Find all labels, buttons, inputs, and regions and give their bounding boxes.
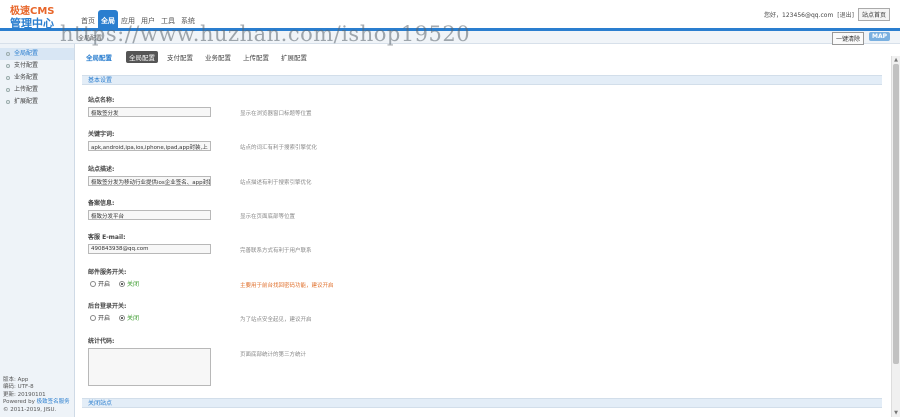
user-text: 您好，123456@qq.com xyxy=(764,12,834,19)
field-filing: 备案信息: 极致分发平台 显示在页面底部等位置 xyxy=(88,198,878,220)
keywords-label: 关键字词: xyxy=(88,131,115,138)
config-tabs: 全局配置 全局配置 支付配置 业务配置 上传配置 扩展配置 xyxy=(86,51,310,63)
keywords-tip: 站点的词汇有利于搜索引擎优化 xyxy=(240,145,318,151)
clear-cache-button[interactable]: 一键清除 xyxy=(831,32,864,45)
admin-login-tip: 为了站点安全起见，建议开启 xyxy=(240,317,312,323)
description-input[interactable]: 极致签分发为移动行业提供ios企业签名、app封装 xyxy=(88,176,211,186)
stats-code-textarea[interactable] xyxy=(88,348,211,386)
admin-login-radios: 开启 关闭 xyxy=(90,313,139,322)
bullet-icon xyxy=(6,52,10,56)
sidebar-item-upload[interactable]: 上传配置 xyxy=(0,84,74,96)
sub-bar: 全局配置 一键清除 MAP xyxy=(0,31,900,45)
radio-off-label: 关闭 xyxy=(127,315,140,322)
site-name-tip: 显示在浏览器窗口标题等位置 xyxy=(240,111,312,117)
section-basic-header: 基本设置 xyxy=(82,75,882,85)
email-input[interactable]: 490843938@qq.com xyxy=(88,244,211,254)
email-label: 客服 E-mail: xyxy=(88,234,126,241)
sidebar-item-global[interactable]: 全局配置 xyxy=(0,48,74,60)
site-name-input[interactable]: 极致签分发 xyxy=(88,107,211,117)
tab-global[interactable]: 全局配置 xyxy=(126,51,158,63)
radio-circle xyxy=(90,314,96,321)
encoding-text: 编码: UTF-8 xyxy=(3,384,34,390)
bullet-icon xyxy=(6,64,10,68)
site-name-label: 站点名称: xyxy=(88,97,115,104)
logo: 极速CMS 管理中心 xyxy=(10,6,72,30)
update-text: 更新: 20190101 xyxy=(3,391,46,398)
tabs-title: 全局配置 xyxy=(86,54,112,62)
radio-circle-checked xyxy=(119,280,126,287)
field-email: 客服 E-mail: 490843938@qq.com 完善联系方式有利于用户联… xyxy=(88,232,878,254)
user-bar: 您好，123456@qq.com [退出] 站点首页 xyxy=(764,8,890,21)
sidebar: 全局配置 支付配置 业务配置 上传配置 扩展配置 版本: App 编码: UTF… xyxy=(0,44,75,417)
field-stats-code: 统计代码: 页面底部统计的第三方统计 xyxy=(88,336,878,386)
scroll-up-icon[interactable]: ▲ xyxy=(892,56,900,64)
radio-circle xyxy=(90,280,96,287)
admin-login-label: 后台登录开关: xyxy=(88,303,127,310)
sidebar-item-extension[interactable]: 扩展配置 xyxy=(0,96,74,108)
mail-service-label: 邮件服务开关: xyxy=(88,269,127,276)
map-button[interactable]: MAP xyxy=(868,32,890,41)
stats-code-tip: 页面底部统计的第三方统计 xyxy=(240,352,307,358)
field-description: 站点描述: 极致签分发为移动行业提供ios企业签名、app封装 站点描述有利于搜… xyxy=(88,164,878,186)
tab-business[interactable]: 业务配置 xyxy=(202,51,234,63)
nav-global[interactable]: 全局 xyxy=(98,10,118,30)
app-root: 极速CMS 管理中心 首页 全局 应用 用户 工具 系统 您好，123456@q… xyxy=(0,0,900,417)
bullet-icon xyxy=(6,76,10,80)
logo-line1: 极速CMS xyxy=(10,6,55,17)
bullet-icon xyxy=(6,100,10,104)
filing-label: 备案信息: xyxy=(88,200,115,207)
mail-service-tip: 主要用于前台找回密码功能，建议开启 xyxy=(240,283,334,289)
powered-prefix: Powered by xyxy=(3,399,35,405)
field-mail-service: 邮件服务开关: 开启 关闭 主要用于前台找回密码功能，建议开启 xyxy=(88,267,878,289)
field-admin-login: 后台登录开关: 开启 关闭 为了站点安全起见，建议开启 xyxy=(88,301,878,323)
bullet-icon xyxy=(6,88,10,92)
filing-tip: 显示在页面底部等位置 xyxy=(240,214,296,220)
admin-login-off-radio[interactable]: 关闭 xyxy=(119,313,139,322)
site-home-button[interactable]: 站点首页 xyxy=(857,8,890,21)
field-site-name: 站点名称: 极致签分发 显示在浏览器窗口标题等位置 xyxy=(88,95,878,117)
radio-off-label: 关闭 xyxy=(127,281,140,288)
mail-service-off-radio[interactable]: 关闭 xyxy=(119,279,139,288)
description-tip: 站点描述有利于搜索引擎优化 xyxy=(240,180,312,186)
email-tip: 完善联系方式有利于用户联系 xyxy=(240,248,312,254)
mail-service-on-radio[interactable]: 开启 xyxy=(90,279,110,288)
sidebar-item-label: 扩展配置 xyxy=(14,98,39,105)
main-content: 全局配置 全局配置 支付配置 业务配置 上传配置 扩展配置 基本设置 站点名称:… xyxy=(80,46,888,417)
sidebar-list: 全局配置 支付配置 业务配置 上传配置 扩展配置 xyxy=(0,44,74,108)
keywords-input[interactable]: apk,android,ipa,ios,iphone,ipad,app封装,上 xyxy=(88,141,211,151)
sidebar-item-business[interactable]: 业务配置 xyxy=(0,72,74,84)
powered-by: Powered by 极致签名服务 xyxy=(3,399,70,407)
scroll-down-icon[interactable]: ▼ xyxy=(892,409,900,417)
field-keywords: 关键字词: apk,android,ipa,ios,iphone,ipad,ap… xyxy=(88,129,878,151)
radio-on-label: 开启 xyxy=(98,281,111,288)
admin-login-on-radio[interactable]: 开启 xyxy=(90,313,110,322)
radio-circle-checked xyxy=(119,314,126,321)
sidebar-item-label: 全局配置 xyxy=(14,50,39,57)
mail-service-radios: 开启 关闭 xyxy=(90,279,139,288)
radio-on-label: 开启 xyxy=(98,315,111,322)
copyright-text: © 2011-2019, JISU. xyxy=(3,406,57,413)
sidebar-footer: 版本: App 编码: UTF-8 更新: 20190101 Powered b… xyxy=(3,377,70,415)
sidebar-item-label: 上传配置 xyxy=(14,86,39,93)
tab-payment[interactable]: 支付配置 xyxy=(164,51,196,63)
main-scrollbar[interactable]: ▲ ▼ xyxy=(891,56,900,417)
sidebar-item-label: 业务配置 xyxy=(14,74,39,81)
breadcrumb: 全局配置 xyxy=(78,35,103,42)
section-close-header: 关闭站点 xyxy=(82,398,882,408)
stats-code-label: 统计代码: xyxy=(88,338,115,345)
powered-link[interactable]: 极致签名服务 xyxy=(37,399,70,405)
tab-upload[interactable]: 上传配置 xyxy=(240,51,272,63)
filing-input[interactable]: 极致分发平台 xyxy=(88,210,211,220)
version-text: 版本: App xyxy=(3,376,29,383)
scrollbar-thumb[interactable] xyxy=(893,64,899,364)
logout-link[interactable]: [退出] xyxy=(837,10,854,19)
sidebar-item-label: 支付配置 xyxy=(14,62,39,69)
description-label: 站点描述: xyxy=(88,166,115,173)
header: 极速CMS 管理中心 首页 全局 应用 用户 工具 系统 您好，123456@q… xyxy=(0,0,900,46)
top-nav: 首页 全局 应用 用户 工具 系统 xyxy=(78,8,198,30)
sidebar-item-payment[interactable]: 支付配置 xyxy=(0,60,74,72)
tab-extension[interactable]: 扩展配置 xyxy=(278,51,310,63)
